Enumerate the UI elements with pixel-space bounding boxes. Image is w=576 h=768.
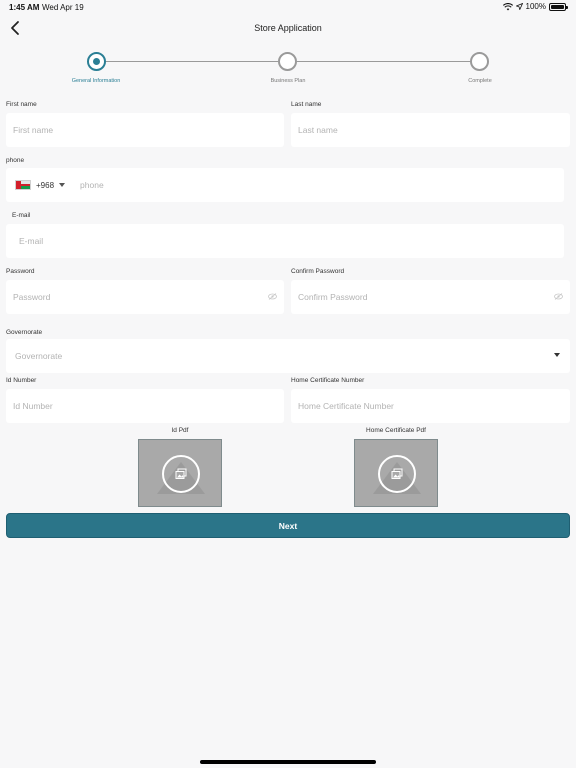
image-upload-icon — [162, 455, 200, 493]
country-code: +968 — [36, 180, 55, 190]
home-certificate-pdf-upload[interactable] — [354, 439, 438, 507]
home-certificate-number-label: Home Certificate Number — [291, 377, 365, 384]
email-input[interactable]: E-mail — [6, 224, 564, 258]
image-upload-icon — [378, 455, 416, 493]
status-date: Wed Apr 19 — [42, 3, 84, 12]
confirm-password-label: Confirm Password — [291, 268, 345, 275]
stepper-connector-1 — [105, 61, 278, 62]
phone-label: phone — [6, 157, 25, 164]
location-arrow-icon — [515, 3, 523, 10]
phone-input[interactable]: +968 phone — [6, 168, 564, 202]
governorate-label: Governorate — [6, 329, 43, 336]
id-number-input[interactable]: Id Number — [6, 389, 284, 423]
confirm-password-eye-off-icon[interactable] — [554, 293, 563, 300]
battery-fill — [551, 4, 564, 9]
oman-flag-icon — [15, 180, 31, 190]
last-name-label: Last name — [291, 101, 322, 108]
email-label: E-mail — [12, 212, 31, 219]
next-button[interactable]: Next — [6, 513, 570, 538]
step-label-complete: Complete — [468, 78, 492, 84]
id-pdf-label: Id Pdf — [171, 427, 189, 434]
confirm-password-input[interactable]: Confirm Password — [291, 280, 570, 314]
page-title: Store Application — [254, 23, 322, 33]
phone-placeholder: phone — [80, 180, 104, 190]
stepper-connector-2 — [297, 61, 471, 62]
id-pdf-upload[interactable] — [138, 439, 222, 507]
home-certificate-number-input[interactable]: Home Certificate Number — [291, 389, 570, 423]
password-input[interactable]: Password — [6, 280, 284, 314]
last-name-placeholder: Last name — [298, 125, 338, 135]
governorate-placeholder: Governorate — [15, 351, 63, 361]
step-circle-business-plan — [278, 52, 297, 71]
confirm-password-placeholder: Confirm Password — [298, 292, 368, 302]
id-number-placeholder: Id Number — [13, 401, 53, 411]
password-placeholder: Password — [13, 292, 51, 302]
home-certificate-pdf-label: Home Certificate Pdf — [366, 427, 426, 434]
status-bar: 1:45 AM Wed Apr 19 100% — [0, 0, 576, 16]
first-name-input[interactable]: First name — [6, 113, 284, 147]
step-label-general-information: General Information — [71, 78, 121, 84]
password-eye-off-icon[interactable] — [268, 293, 277, 300]
governorate-chevron-down-icon — [554, 353, 560, 357]
navigation-bar: Store Application — [0, 16, 576, 42]
country-code-chevron-down-icon[interactable] — [59, 183, 66, 187]
home-indicator[interactable] — [200, 760, 376, 764]
first-name-label: First name — [6, 101, 37, 108]
battery-icon — [549, 2, 568, 11]
first-name-placeholder: First name — [13, 125, 54, 135]
battery-percent: 100% — [525, 2, 546, 11]
last-name-input[interactable]: Last name — [291, 113, 570, 147]
status-icons: 100% — [502, 2, 568, 11]
home-certificate-number-placeholder: Home Certificate Number — [298, 401, 394, 411]
wifi-icon — [502, 2, 513, 10]
password-label: Password — [6, 268, 35, 275]
id-number-label: Id Number — [6, 377, 37, 384]
step-label-business-plan: Business Plan — [270, 78, 306, 84]
governorate-select[interactable]: Governorate — [6, 339, 570, 373]
progress-stepper: General Information Business Plan Comple… — [0, 42, 576, 94]
step-circle-general-information — [87, 52, 106, 71]
status-time: 1:45 AM — [9, 3, 40, 12]
email-placeholder: E-mail — [19, 236, 44, 246]
step-circle-complete — [470, 52, 489, 71]
